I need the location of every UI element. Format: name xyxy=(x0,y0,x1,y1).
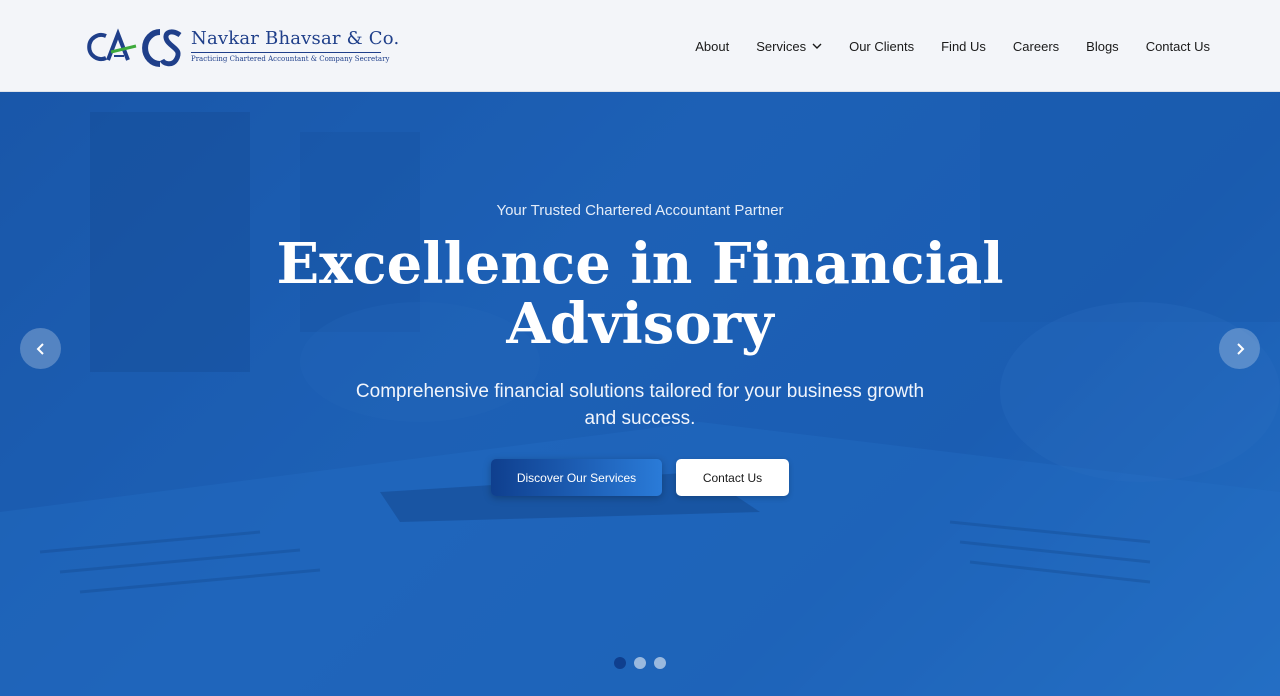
nav-contact-us[interactable]: Contact Us xyxy=(1146,36,1210,56)
nav-find-us[interactable]: Find Us xyxy=(941,36,986,56)
chevron-down-icon xyxy=(812,43,822,49)
brand-divider xyxy=(191,52,381,53)
nav-our-clients[interactable]: Our Clients xyxy=(849,36,914,56)
ca-cs-logo-mark xyxy=(87,28,182,67)
nav-blogs-label: Blogs xyxy=(1086,38,1119,54)
main-nav: About Services Our Clients Find Us Caree… xyxy=(668,36,1210,56)
nav-about-label: About xyxy=(695,38,730,54)
site-header: Navkar Bhavsar & Co. Practicing Chartere… xyxy=(0,0,1280,92)
hero-headline: Excellence in Financial Advisory xyxy=(276,231,1004,357)
carousel-prev-button[interactable] xyxy=(20,328,61,369)
carousel-next-button[interactable] xyxy=(1219,328,1260,369)
nav-services-label: Services xyxy=(756,38,807,54)
hero-content: Your Trusted Chartered Accountant Partne… xyxy=(0,92,1280,696)
nav-careers-label: Careers xyxy=(1012,38,1060,54)
chevron-right-icon xyxy=(1236,342,1244,355)
nav-blogs[interactable]: Blogs xyxy=(1086,36,1119,56)
nav-services[interactable]: Services xyxy=(756,36,822,56)
nav-our-clients-label: Our Clients xyxy=(849,38,915,54)
hero-subhead: Comprehensive financial solutions tailor… xyxy=(355,381,925,429)
nav-about[interactable]: About xyxy=(695,36,729,56)
nav-contact-us-label: Contact Us xyxy=(1145,38,1210,54)
discover-services-button[interactable]: Discover Our Services xyxy=(491,459,662,496)
nav-find-us-label: Find Us xyxy=(941,38,986,54)
brand-name: Navkar Bhavsar & Co. xyxy=(191,28,400,49)
carousel-indicators xyxy=(614,657,666,669)
brand-logo[interactable]: Navkar Bhavsar & Co. Practicing Chartere… xyxy=(84,26,399,68)
carousel-dot-3[interactable] xyxy=(654,657,666,669)
chevron-left-icon xyxy=(36,342,44,355)
hero-carousel: Your Trusted Chartered Accountant Partne… xyxy=(0,92,1280,696)
carousel-dot-1[interactable] xyxy=(614,657,626,669)
carousel-dot-2[interactable] xyxy=(634,657,646,669)
hero-eyebrow: Your Trusted Chartered Accountant Partne… xyxy=(496,202,784,219)
nav-careers[interactable]: Careers xyxy=(1013,36,1059,56)
hero-contact-button[interactable]: Contact Us xyxy=(676,459,789,496)
brand-tagline: Practicing Chartered Accountant & Compan… xyxy=(191,55,390,63)
